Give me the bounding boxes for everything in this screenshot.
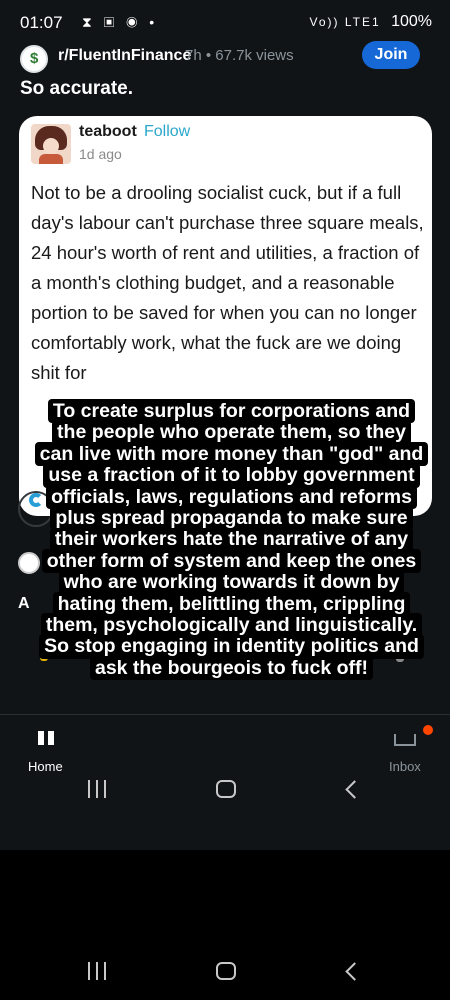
status-bar: 01:07 ⧗ ▣ ◉ • Vo)) LTE1 100% xyxy=(0,0,450,44)
subreddit-name[interactable]: r/FluentInFinance xyxy=(58,47,191,65)
status-time: 01:07 xyxy=(20,13,63,32)
post-header: r/FluentInFinance 7h • 67.7k views Join xyxy=(0,41,450,74)
caption-overlay: To create surplus for corporations and th… xyxy=(29,399,434,681)
nav-divider xyxy=(0,714,450,715)
home-icon[interactable] xyxy=(34,731,58,747)
author-avatar xyxy=(31,124,71,164)
home-nav-icon[interactable] xyxy=(216,962,236,980)
partial-text: A xyxy=(18,595,30,612)
recent-apps-icon[interactable] xyxy=(88,780,108,798)
back-icon[interactable] xyxy=(345,780,364,799)
post-meta: 7h • 67.7k views xyxy=(185,47,294,64)
follow-link: Follow xyxy=(144,123,191,140)
signal-icon: Vo)) LTE1 xyxy=(309,15,381,29)
system-nav-bar xyxy=(0,760,450,810)
caption-line: use a fraction of it to lobby government xyxy=(43,463,420,488)
notification-badge xyxy=(423,725,433,735)
battery-level: 100% xyxy=(391,13,432,30)
caption-line: ask the bourgeois to fuck off! xyxy=(89,655,374,681)
author-name: teaboot xyxy=(79,123,137,140)
tweet-time: 1d ago xyxy=(79,146,122,162)
join-button[interactable]: Join xyxy=(362,41,420,69)
post-title: So accurate. xyxy=(20,78,133,99)
home-nav-icon[interactable] xyxy=(216,780,236,798)
tweet-body: Not to be a drooling socialist cuck, but… xyxy=(31,182,424,383)
status-right: Vo)) LTE1 100% xyxy=(309,13,432,31)
back-icon[interactable] xyxy=(345,962,364,981)
notification-icons: ⧗ ▣ ◉ • xyxy=(82,14,159,30)
system-nav-bar-outer xyxy=(0,950,450,992)
caption-line: who are working towards it down by xyxy=(58,570,405,595)
recent-apps-icon[interactable] xyxy=(88,962,108,980)
subreddit-avatar[interactable] xyxy=(20,45,48,73)
inbox-icon[interactable] xyxy=(394,734,416,746)
